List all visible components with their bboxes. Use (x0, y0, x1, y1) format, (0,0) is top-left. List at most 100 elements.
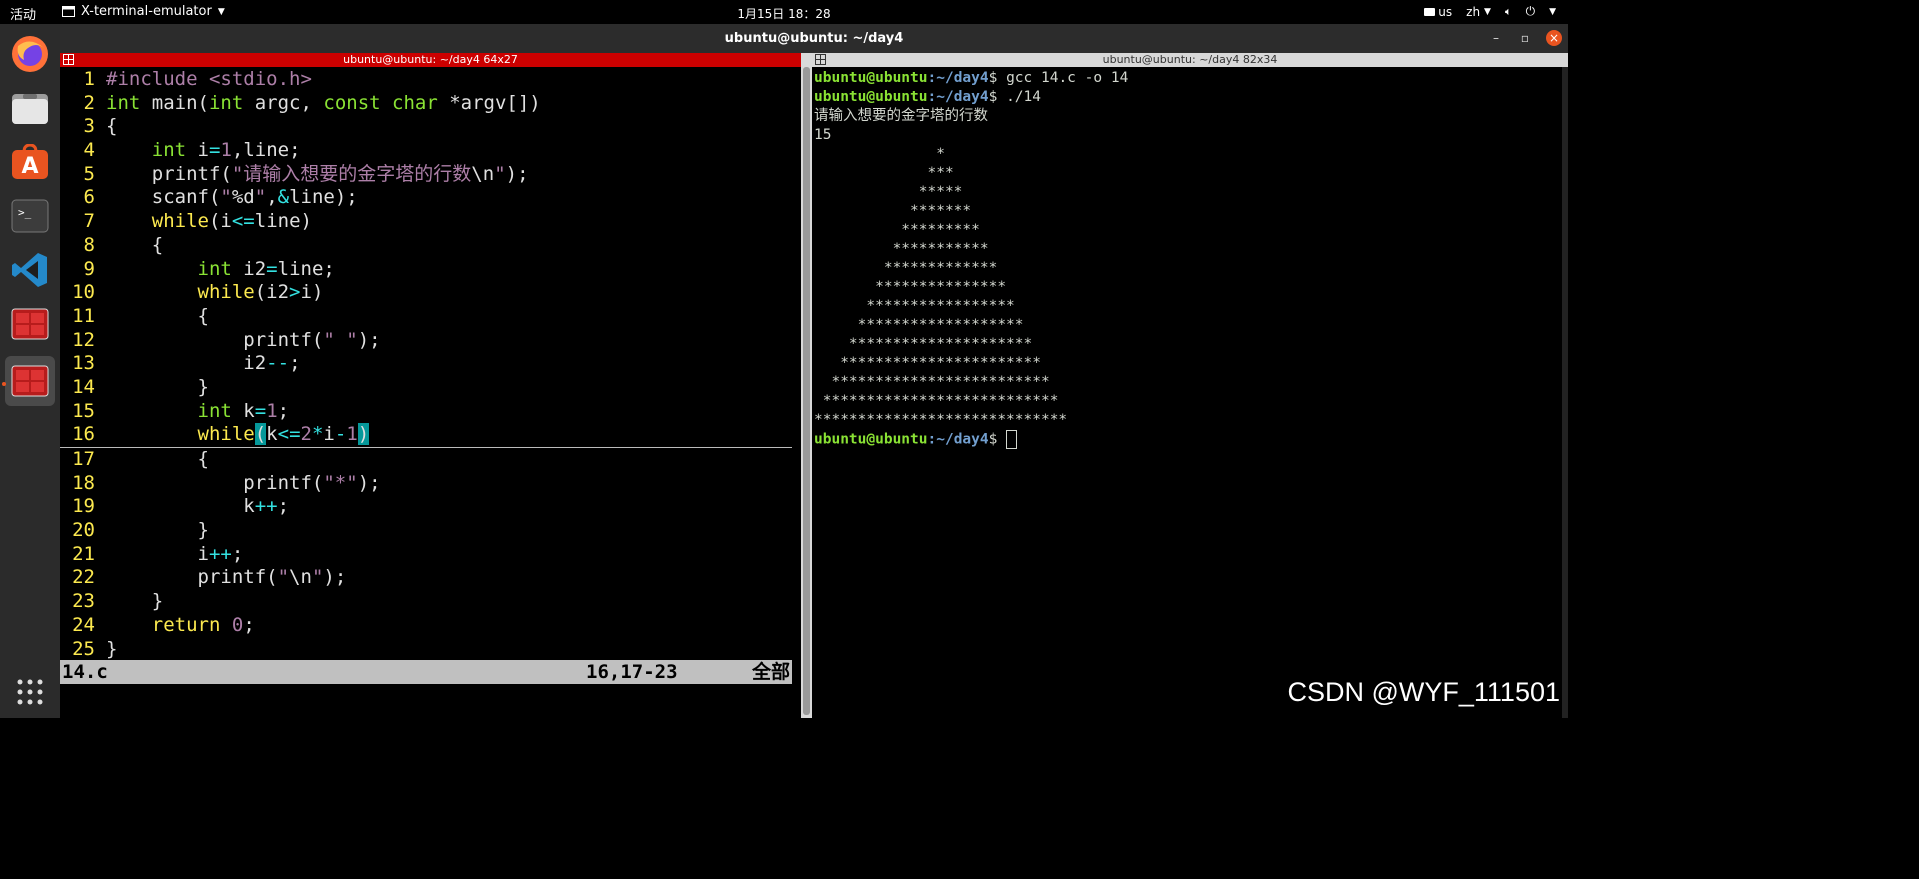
pyramid-row: *************** (814, 279, 1007, 295)
running-indicator (2, 382, 6, 386)
show-applications-button[interactable] (8, 670, 52, 714)
input-method-label: zh (1466, 4, 1481, 19)
svg-text:A: A (21, 154, 38, 179)
code-line: 12 printf(" "); (72, 328, 381, 351)
pane-left-header[interactable]: ubuntu@ubuntu: ~/day4 64x27 (60, 53, 801, 67)
code-line: 1 #include <stdio.h> (83, 68, 312, 90)
code-line: 11 { (72, 304, 209, 327)
pyramid-row: * (814, 146, 945, 162)
status-position: 16,17-23 (586, 661, 678, 683)
volume-icon[interactable]: 🔈︎ (1505, 5, 1512, 19)
maximize-button[interactable]: ▫ (1517, 30, 1533, 46)
scrollbar-thumb[interactable] (803, 67, 810, 715)
dock-vscode[interactable] (8, 248, 52, 292)
program-input: 15 (814, 127, 832, 143)
window-titlebar[interactable]: ubuntu@ubuntu: ~/day4 – ▫ × (60, 24, 1568, 53)
command-line: ubuntu@ubuntu:~/day4$ ./14 (814, 89, 1041, 105)
dock-software[interactable]: A (8, 140, 52, 184)
program-output: 请输入想要的金字塔的行数 (814, 108, 988, 124)
status-scroll: 全部 (751, 661, 790, 683)
code-line: 20 } (72, 519, 209, 542)
dock-terminator[interactable] (8, 302, 52, 346)
pyramid-row: ********************* (814, 336, 1033, 352)
keyboard-indicator[interactable]: us (1424, 5, 1452, 19)
pane-left-scrollbar[interactable] (801, 53, 812, 718)
dock-terminator-active[interactable] (5, 356, 55, 406)
files-icon (12, 94, 48, 124)
pyramid-row: *************************** (814, 393, 1059, 409)
vscode-icon (12, 253, 47, 287)
pyramid-row: ************************* (814, 374, 1050, 390)
command-line[interactable]: ubuntu@ubuntu:~/day4$ (814, 430, 1128, 449)
code-line: 5 printf("请输入想要的金字塔的行数\n"); (83, 162, 529, 185)
code-line: 10 while(i2>i) (72, 281, 324, 304)
current-line: 16 while(k<=2*i-1) (60, 423, 792, 448)
system-top-bar: 活动 X-terminal-emulator ▼ 1月15日 18：28 us … (0, 0, 1568, 24)
keyboard-layout: us (1438, 4, 1453, 19)
code-line: 8 { (83, 233, 164, 256)
power-icon[interactable]: ⏻ (1526, 4, 1536, 19)
pane-right-header[interactable]: ubuntu@ubuntu: ~/day4 82x34 (812, 53, 1568, 67)
pyramid-row: ********* (814, 222, 980, 238)
code-line: 7 while(i<=line) (83, 210, 312, 233)
code-line: 13 i2--; (72, 352, 301, 375)
command-line: ubuntu@ubuntu:~/day4$ gcc 14.c -o 14 (814, 70, 1129, 86)
terminal-pane-left[interactable]: ubuntu@ubuntu: ~/day4 64x27 1 #include <s… (60, 53, 801, 718)
split-pane-icon (815, 54, 826, 65)
split-pane-icon (63, 54, 74, 65)
code-line: 3{ (83, 115, 118, 138)
code-line: 4 int i=1,line; (83, 139, 301, 162)
svg-text:>_: >_ (18, 206, 32, 219)
vim-editor[interactable]: 1 #include <stdio.h> 2 int main(int argc, … (60, 68, 801, 661)
pyramid-row: ************* (814, 260, 998, 276)
terminal-pane-right[interactable]: ubuntu@ubuntu: ~/day4 82x34 ubuntu@ubunt… (812, 53, 1568, 718)
matching-paren: ( (254, 423, 267, 446)
close-button[interactable]: × (1546, 30, 1562, 46)
code-line: 18 printf("*"); (72, 471, 381, 494)
dock-terminal[interactable]: >_ (8, 194, 52, 238)
dock: A >_ (0, 24, 60, 718)
dock-firefox[interactable] (8, 32, 52, 76)
code-line: 2 int main(int argc, const char *argv[]) (83, 91, 541, 114)
code-line: 6 scanf("%d",&line); (83, 186, 358, 209)
code-line: 9 int i2=line; (83, 257, 335, 280)
pane-right-scrollbar[interactable] (1562, 67, 1568, 718)
pyramid-row: ******************* (814, 317, 1024, 333)
watermark: CSDN @WYF_111501 (1287, 677, 1560, 707)
code-line: 23 } (72, 590, 164, 613)
pyramid-row: *********** (814, 241, 989, 257)
keyboard-icon (1424, 7, 1436, 16)
pyramid-row: ***** (814, 184, 963, 200)
firefox-icon (12, 36, 48, 72)
code-line: 21 i++; (72, 542, 244, 565)
terminal-cursor (1006, 430, 1018, 449)
pyramid-row: ***************** (814, 298, 1015, 314)
cursor: ) (357, 423, 370, 446)
dock-files[interactable] (8, 86, 52, 130)
code-line: 25} (72, 637, 118, 660)
pyramid-row: ***************************** (814, 412, 1068, 428)
terminator-icon (11, 308, 49, 340)
system-tray: us zh ▼ 🔈︎ ⏻ ▼ (1424, 4, 1556, 19)
pane-left-title: ubuntu@ubuntu: ~/day4 64x27 (343, 53, 518, 66)
chevron-down-icon: ▼ (1484, 6, 1491, 17)
terminal-icon: >_ (11, 199, 49, 233)
shell-output[interactable]: ubuntu@ubuntu:~/day4$ gcc 14.c -o 14 ubu… (814, 69, 1128, 449)
pyramid-row: ******* (814, 203, 972, 219)
clock[interactable]: 1月15日 18：28 (0, 5, 1568, 22)
status-filename: 14.c (62, 661, 108, 683)
chevron-down-icon[interactable]: ▼ (1549, 7, 1556, 17)
code-line: 17 { (72, 448, 209, 470)
minimize-button[interactable]: – (1488, 30, 1504, 46)
app-grid-icon (17, 679, 43, 705)
pane-right-title: ubuntu@ubuntu: ~/day4 82x34 (1102, 53, 1278, 66)
code-line: 24 return 0; (72, 613, 255, 636)
code-line: 19 k++; (72, 495, 290, 518)
pyramid-row: *********************** (814, 355, 1041, 371)
window-title: ubuntu@ubuntu: ~/day4 (724, 31, 904, 46)
input-method-indicator[interactable]: zh ▼ (1466, 5, 1491, 19)
code-line: 14 } (72, 375, 209, 398)
pyramid-row: *** (814, 165, 954, 181)
software-icon: A (12, 144, 48, 179)
terminator-active-icon (11, 365, 49, 397)
